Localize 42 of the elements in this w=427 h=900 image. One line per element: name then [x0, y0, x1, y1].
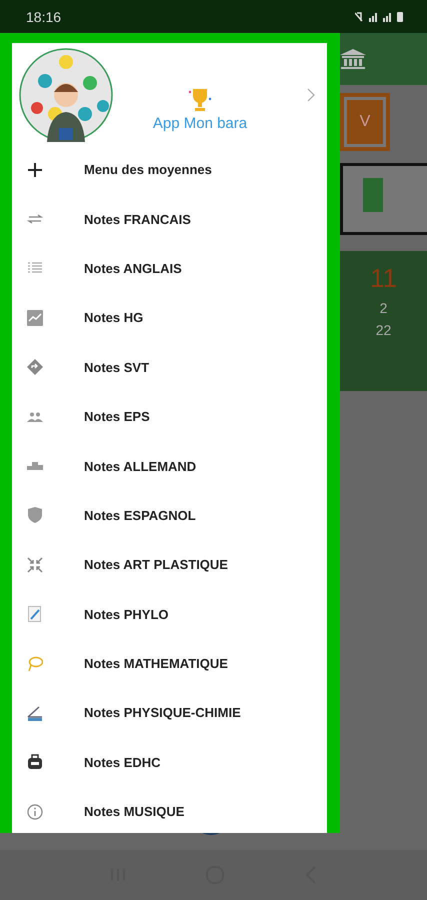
menu-item[interactable]: Notes SVT: [12, 342, 327, 392]
bar-block: [363, 178, 383, 212]
card-letter: V: [360, 113, 370, 131]
score-value: 11: [370, 263, 397, 294]
plus-icon: [27, 162, 43, 178]
menu-item[interactable]: Notes PHYLO: [12, 590, 327, 639]
speech-bubble-icon: [27, 656, 43, 672]
menu-item[interactable]: Notes MATHEMATIQUE: [12, 638, 327, 688]
menu-item[interactable]: Notes EDHC: [12, 738, 327, 788]
bars-icon: [27, 462, 43, 470]
diamond-sign-icon: [27, 359, 43, 376]
menu-item[interactable]: Notes ANGLAIS: [12, 244, 327, 294]
score-detail: 22: [376, 322, 392, 338]
status-time: 18:16: [26, 8, 62, 24]
battery-icon: [397, 12, 403, 22]
chevron-right-icon[interactable]: [307, 88, 315, 102]
swap-arrows-icon: [27, 214, 43, 224]
collapse-arrows-icon: [27, 556, 43, 573]
list-icon: [27, 262, 43, 274]
app-name: App Mon bara: [152, 114, 248, 132]
menu-item[interactable]: Notes MUSIQUE: [12, 787, 327, 833]
ruler-icon: [27, 704, 43, 721]
briefcase-icon: [27, 754, 43, 770]
trophy-icon: [188, 86, 212, 112]
score-detail: 2: [380, 300, 388, 316]
menu-item[interactable]: Notes PHYSIQUE-CHIMIE: [12, 688, 327, 738]
menu-item[interactable]: Notes EPS: [12, 392, 327, 442]
menu-item[interactable]: Notes ESPAGNOL: [12, 490, 327, 540]
mute-icon: [355, 12, 363, 22]
menu-item[interactable]: Notes ALLEMAND: [12, 441, 327, 491]
info-icon: [27, 804, 43, 820]
chart-icon: [27, 310, 43, 326]
menu-item[interactable]: Notes FRANCAIS: [12, 194, 327, 244]
signal-icon: [383, 12, 391, 22]
bank-icon: [339, 48, 367, 70]
people-icon: [27, 412, 43, 422]
menu-item[interactable]: Notes HG: [12, 293, 327, 343]
pencil-note-icon: [28, 606, 42, 622]
menu-item[interactable]: Menu des moyennes: [12, 145, 327, 194]
signal-icon: [369, 12, 377, 22]
menu-item[interactable]: Notes ART PLASTIQUE: [12, 540, 327, 590]
shield-icon: [28, 507, 42, 524]
